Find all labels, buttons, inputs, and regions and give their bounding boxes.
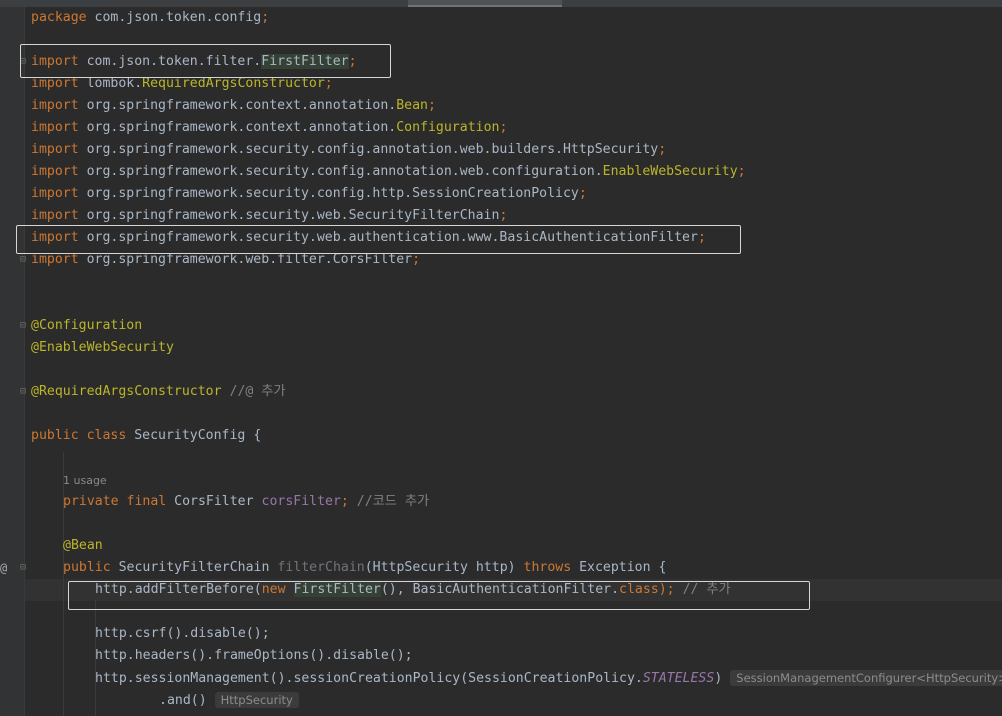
fold-icon[interactable]: ⊟	[20, 562, 26, 573]
code-line: import org.springframework.context.annot…	[31, 120, 508, 135]
fold-icon[interactable]: ⊟	[20, 254, 26, 265]
editor-tab-strip	[0, 0, 1002, 7]
usage-inlay-hint[interactable]: 1 usage	[63, 474, 107, 487]
code-line: http.csrf().disable();	[95, 626, 270, 641]
fold-icon[interactable]: ⊟	[20, 320, 26, 331]
fold-icon[interactable]: ⊟	[20, 56, 26, 67]
code-line: import org.springframework.context.annot…	[31, 98, 436, 113]
code-line: @Bean	[63, 538, 103, 553]
type-inlay-hint: SessionManagementConfigurer<HttpSecurity…	[730, 670, 1002, 686]
code-line: private final CorsFilter corsFilter; //코…	[63, 494, 430, 509]
code-line: import lombok.RequiredArgsConstructor;	[31, 76, 333, 91]
type-inlay-hint: HttpSecurity	[214, 692, 299, 708]
code-line: http.headers().frameOptions().disable();	[95, 648, 413, 663]
code-line: import org.springframework.security.conf…	[31, 164, 746, 179]
active-tab[interactable]	[408, 0, 562, 7]
code-line: import com.json.token.filter.FirstFilter…	[31, 54, 357, 69]
code-line: public SecurityFilterChain filterChain(H…	[63, 560, 667, 575]
code-line: public class SecurityConfig {	[31, 428, 262, 443]
override-marker-icon[interactable]: @	[0, 561, 7, 575]
code-line: http.addFilterBefore(new FirstFilter(), …	[95, 582, 731, 597]
code-line: package com.json.token.config;	[31, 10, 270, 25]
code-line: @EnableWebSecurity	[31, 340, 174, 355]
code-line: import org.springframework.web.filter.Co…	[31, 252, 421, 267]
code-line: http.sessionManagement().sessionCreation…	[95, 667, 1002, 689]
code-line: @Configuration	[31, 318, 143, 333]
code-line: import org.springframework.security.conf…	[31, 186, 587, 201]
code-line: .and() HttpSecurity	[159, 689, 299, 711]
line-gutter	[0, 7, 25, 716]
code-line: @RequiredArgsConstructor //@ 추가	[31, 384, 286, 399]
code-line: import org.springframework.security.web.…	[31, 208, 508, 223]
code-line: import org.springframework.security.conf…	[31, 142, 667, 157]
code-line: import org.springframework.security.web.…	[31, 230, 706, 245]
fold-icon[interactable]: ⊟	[20, 386, 26, 397]
